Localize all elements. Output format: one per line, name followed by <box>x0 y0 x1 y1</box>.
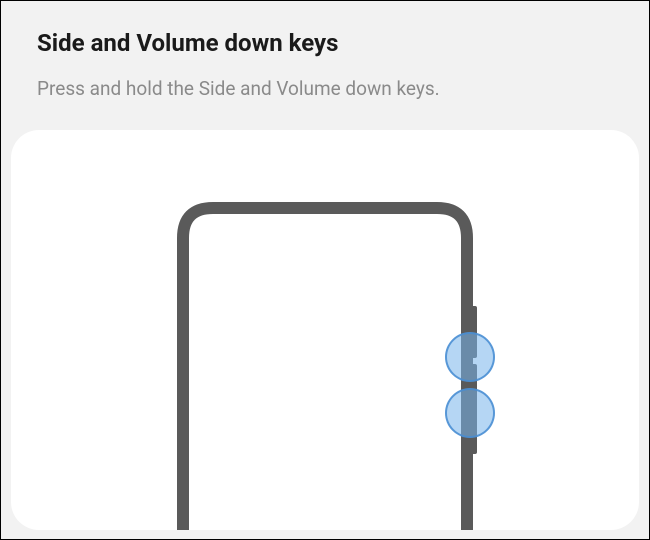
instruction-text: Press and hold the Side and Volume down … <box>37 77 613 100</box>
side-key-highlight-icon <box>445 388 495 438</box>
illustration-card <box>11 130 639 530</box>
instruction-header: Side and Volume down keys Press and hold… <box>1 1 649 118</box>
page-title: Side and Volume down keys <box>37 29 613 57</box>
phone-illustration <box>177 202 473 530</box>
volume-down-highlight-icon <box>445 332 495 382</box>
phone-outline-icon <box>177 202 473 530</box>
